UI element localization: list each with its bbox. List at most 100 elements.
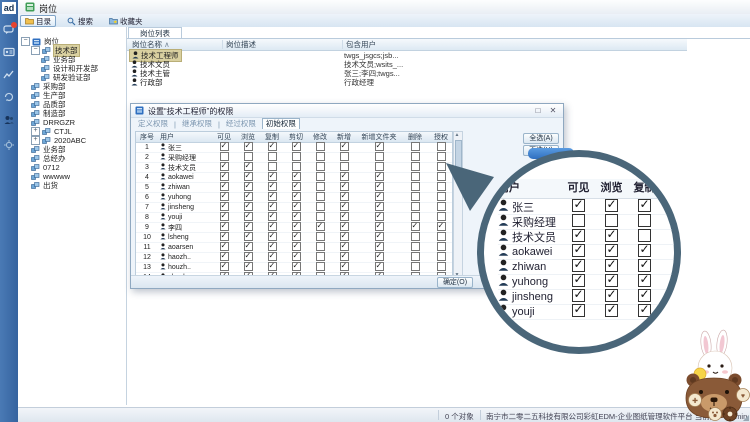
permission-checkbox[interactable]	[244, 232, 253, 241]
permission-checkbox[interactable]	[244, 152, 253, 161]
permission-checkbox[interactable]	[316, 242, 325, 251]
permission-checkbox[interactable]	[244, 182, 253, 191]
tree-item-品质部[interactable]: 品质部	[18, 100, 126, 109]
permission-checkbox[interactable]	[268, 142, 277, 151]
permission-checkbox[interactable]	[316, 162, 325, 171]
tree-item-研发验证部[interactable]: 研发验证部	[18, 73, 126, 82]
permission-column-header[interactable]: 授权	[428, 132, 454, 142]
tab-directory[interactable]: 目录	[20, 15, 56, 27]
gear-icon[interactable]	[3, 139, 15, 151]
dialog-tab-3[interactable]: 经过权限	[223, 118, 259, 129]
permission-checkbox[interactable]	[220, 232, 229, 241]
column-contained-users[interactable]: 包含用户	[342, 40, 376, 49]
permission-column-header[interactable]: 浏览	[236, 132, 260, 142]
permission-checkbox[interactable]	[220, 252, 229, 261]
permission-checkbox[interactable]	[268, 182, 277, 191]
chart-icon[interactable]	[3, 69, 15, 81]
permission-checkbox[interactable]	[316, 182, 325, 191]
permission-column-header[interactable]: 删除	[402, 132, 428, 142]
permission-checkbox[interactable]	[411, 202, 420, 211]
permission-checkbox[interactable]	[292, 242, 301, 251]
permission-column-header[interactable]: 序号	[136, 132, 158, 142]
permission-checkbox[interactable]	[316, 202, 325, 211]
permission-checkbox[interactable]	[375, 142, 384, 151]
permission-checkbox[interactable]	[411, 262, 420, 271]
permission-checkbox[interactable]	[220, 152, 229, 161]
dialog-tab-4[interactable]: 初始权限	[262, 118, 300, 129]
permission-checkbox[interactable]	[411, 172, 420, 181]
column-position-desc[interactable]: 岗位描述	[222, 40, 256, 49]
column-position-name[interactable]: 岗位名称 ∧	[129, 40, 170, 49]
permission-checkbox[interactable]	[316, 142, 325, 151]
permission-column-header[interactable]: 新增	[332, 132, 356, 142]
permission-checkbox[interactable]	[340, 142, 349, 151]
permission-checkbox[interactable]	[340, 232, 349, 241]
permission-checkbox[interactable]	[340, 202, 349, 211]
sync-icon[interactable]	[3, 91, 15, 103]
close-button[interactable]: ✕	[546, 105, 560, 116]
permission-checkbox[interactable]	[268, 262, 277, 271]
permission-checkbox[interactable]	[292, 192, 301, 201]
permission-checkbox[interactable]	[316, 172, 325, 181]
permission-checkbox[interactable]	[292, 202, 301, 211]
permission-checkbox[interactable]	[268, 222, 277, 231]
permission-checkbox[interactable]	[411, 182, 420, 191]
permission-checkbox[interactable]	[268, 252, 277, 261]
permission-checkbox[interactable]	[375, 262, 384, 271]
permission-checkbox[interactable]	[244, 192, 253, 201]
permission-checkbox[interactable]	[244, 142, 253, 151]
permission-checkbox[interactable]	[340, 152, 349, 161]
tab-favorites[interactable]: 收藏夹	[104, 15, 148, 27]
permission-checkbox[interactable]	[437, 252, 446, 261]
permission-checkbox[interactable]	[375, 182, 384, 191]
permission-checkbox[interactable]	[375, 222, 384, 231]
permission-checkbox[interactable]	[316, 212, 325, 221]
permission-checkbox[interactable]	[316, 232, 325, 241]
permission-checkbox[interactable]	[268, 242, 277, 251]
permission-checkbox[interactable]	[340, 222, 349, 231]
permission-column-header[interactable]: 修改	[308, 132, 332, 142]
tree-item-生产部[interactable]: 生产部	[18, 91, 126, 100]
permission-checkbox[interactable]	[316, 252, 325, 261]
permission-checkbox[interactable]	[244, 262, 253, 271]
tree-item-0712[interactable]: 0712	[18, 163, 126, 172]
permission-checkbox[interactable]	[375, 172, 384, 181]
permission-checkbox[interactable]	[244, 172, 253, 181]
tree-expander-icon[interactable]: +	[31, 136, 40, 145]
chat-icon[interactable]	[3, 24, 15, 36]
permission-checkbox[interactable]	[375, 232, 384, 241]
permission-checkbox[interactable]	[268, 172, 277, 181]
permission-checkbox[interactable]	[340, 212, 349, 221]
permission-checkbox[interactable]	[375, 152, 384, 161]
permission-checkbox[interactable]	[244, 162, 253, 171]
permission-checkbox[interactable]	[220, 162, 229, 171]
permission-checkbox[interactable]	[316, 262, 325, 271]
permission-checkbox[interactable]	[411, 252, 420, 261]
position-row[interactable]: 行政部行政经理	[129, 78, 687, 87]
permission-checkbox[interactable]	[375, 212, 384, 221]
permission-checkbox[interactable]	[268, 152, 277, 161]
permission-checkbox[interactable]	[292, 252, 301, 261]
permission-checkbox[interactable]	[411, 162, 420, 171]
permission-checkbox[interactable]	[220, 142, 229, 151]
permission-checkbox[interactable]	[292, 142, 301, 151]
permission-checkbox[interactable]	[220, 172, 229, 181]
permission-checkbox[interactable]	[340, 252, 349, 261]
position-row[interactable]: 技术文员技术文员;wsits_...	[129, 60, 687, 69]
dialog-titlebar[interactable]: 设置“技术工程师”的权限 □ ✕	[131, 104, 563, 118]
permission-checkbox[interactable]	[292, 222, 301, 231]
tree-item-出货[interactable]: 出货	[18, 181, 126, 190]
permission-checkbox[interactable]	[340, 262, 349, 271]
tab-search[interactable]: 搜索	[62, 15, 98, 27]
maximize-button[interactable]: □	[531, 105, 545, 116]
permission-checkbox[interactable]	[292, 172, 301, 181]
permission-checkbox[interactable]	[268, 192, 277, 201]
permission-checkbox[interactable]	[437, 232, 446, 241]
permission-checkbox[interactable]	[268, 212, 277, 221]
permission-checkbox[interactable]	[268, 232, 277, 241]
permission-checkbox[interactable]	[220, 262, 229, 271]
tree-item-业务部[interactable]: 业务部	[18, 145, 126, 154]
idcard-icon[interactable]	[3, 46, 15, 58]
permission-checkbox[interactable]	[340, 242, 349, 251]
permission-checkbox[interactable]	[220, 182, 229, 191]
